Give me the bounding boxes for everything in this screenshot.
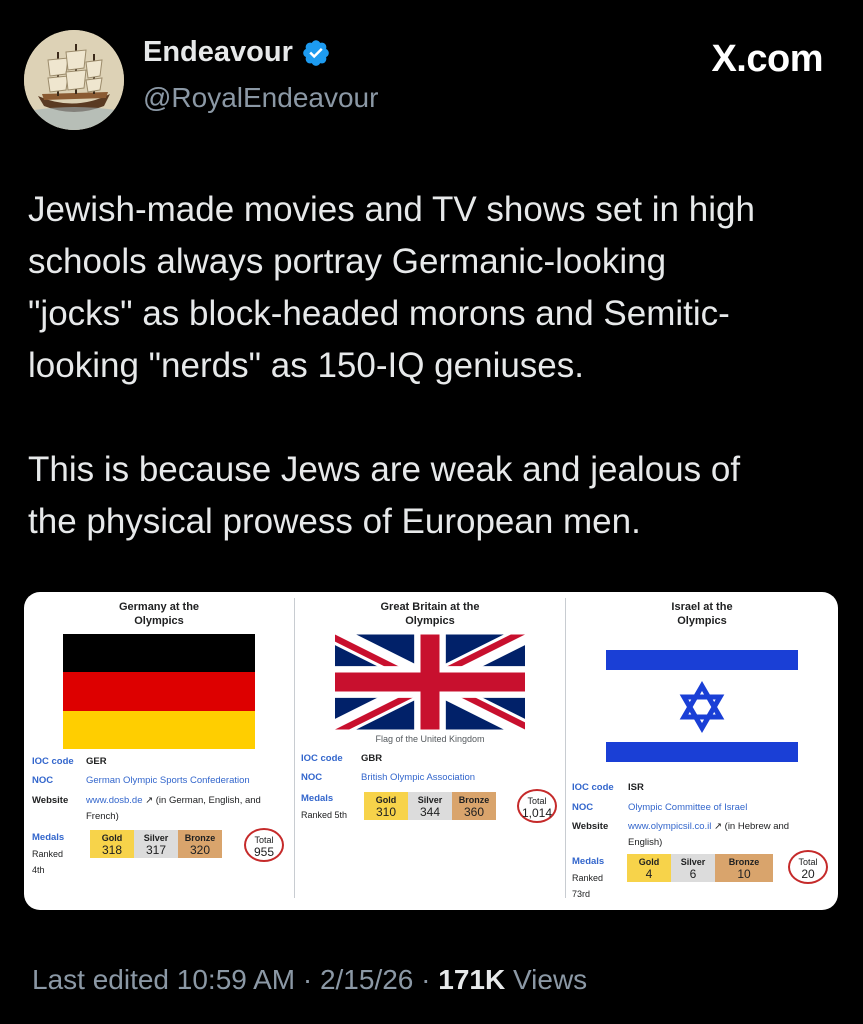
israel-silver-cell: Silver 6: [671, 854, 715, 882]
views-count: 171K: [438, 964, 506, 995]
britain-silver-value: 344: [419, 805, 441, 819]
germany-ioc-label: IOC code: [32, 756, 74, 767]
britain-ioc-label: IOC code: [301, 753, 343, 764]
germany-website-note: (in German, English, and: [155, 795, 261, 806]
tweet-meta: Last edited 10:59 AM · 2/15/26 · 171K Vi…: [32, 964, 587, 996]
israel-bronze-value: 10: [737, 867, 751, 881]
britain-medal-table: Gold 310 Silver 344 Bronze 360: [364, 792, 496, 820]
britain-total-value: 1,014: [521, 806, 553, 820]
germany-title: Germany at the Olympics: [118, 601, 200, 627]
author-name-row[interactable]: Endeavour: [143, 36, 331, 69]
uk-flag-icon: [335, 634, 525, 730]
verified-badge-icon: [303, 39, 329, 66]
germany-bronze-value: 320: [189, 843, 211, 857]
views-label: Views: [505, 964, 588, 995]
germany-website: www.dosb.de ↗ (in German, English, and: [86, 794, 261, 807]
britain-medals-label: Medals: [301, 793, 334, 804]
external-link-icon: ↗: [145, 795, 154, 806]
germany-total-value: 955: [253, 845, 275, 859]
x-com-watermark: X.com: [711, 38, 823, 80]
israel-website: www.olympicsil.co.il ↗ (in Hebrew and: [628, 820, 789, 833]
israel-bronze-cell: Bronze 10: [715, 854, 773, 882]
germany-bronze-cell: Bronze 320: [178, 830, 222, 858]
israel-noc-link[interactable]: Olympic Committee of Israel: [628, 801, 747, 814]
britain-gold-value: 310: [375, 805, 397, 819]
germany-noc-link[interactable]: German Olympic Sports Confederation: [86, 774, 250, 787]
germany-gold-cell: Gold 318: [90, 830, 134, 858]
britain-gold-cell: Gold 310: [364, 792, 408, 820]
germany-silver-value: 317: [145, 843, 167, 857]
attached-image[interactable]: Germany at the Olympics IOC code GER NOC…: [24, 592, 838, 910]
israel-medals-label: Medals: [572, 856, 605, 867]
tweet-text: Jewish-made movies and TV shows set in h…: [28, 184, 828, 548]
sailing-ship-icon: [24, 30, 124, 130]
israel-medal-table: Gold 4 Silver 6 Bronze 10: [627, 854, 773, 882]
germany-ioc-value: GER: [86, 756, 107, 767]
germany-website-label: Website: [32, 795, 69, 806]
germany-website-link[interactable]: www.dosb.de: [86, 795, 143, 806]
israel-ioc-value: ISR: [628, 782, 644, 793]
britain-ranked-label: Ranked 5th: [301, 810, 348, 820]
britain-bronze-value: 360: [463, 805, 485, 819]
germany-total-circled: Total 955: [244, 828, 284, 862]
britain-flag-caption: Flag of the United Kingdom: [375, 734, 485, 744]
israel-total-value: 20: [801, 867, 815, 881]
israel-gold-cell: Gold 4: [627, 854, 671, 882]
britain-noc-label: NOC: [301, 772, 323, 783]
britain-total-circled: Total 1,014: [517, 789, 557, 823]
germany-flag-icon: [63, 634, 255, 749]
israel-title: Israel at the Olympics: [671, 601, 733, 627]
avatar[interactable]: [24, 30, 124, 130]
israel-ranked-label: Ranked: [572, 873, 604, 883]
israel-flag-icon: [606, 644, 798, 768]
israel-gold-value: 4: [645, 867, 653, 881]
britain-title: Great Britain at the Olympics: [380, 601, 480, 627]
germany-website-note2: French): [86, 811, 119, 822]
israel-rank: 73rd: [572, 889, 591, 899]
israel-panel: Israel at the Olympics IOC code ISR NOC …: [566, 592, 838, 910]
germany-panel: Germany at the Olympics IOC code GER NOC…: [24, 592, 294, 910]
israel-total-circled: Total 20: [788, 850, 828, 884]
israel-noc-label: NOC: [572, 802, 594, 813]
external-link-icon: ↗: [714, 821, 723, 832]
germany-ranked-label: Ranked: [32, 849, 64, 859]
germany-gold-value: 318: [101, 843, 123, 857]
tweet-paragraph-2: This is because Jews are weak and jealou…: [28, 450, 741, 541]
israel-ioc-label: IOC code: [572, 782, 614, 793]
last-edited-timestamp[interactable]: Last edited 10:59 AM · 2/15/26 ·: [32, 964, 438, 995]
germany-silver-cell: Silver 317: [134, 830, 178, 858]
germany-rank: 4th: [32, 865, 45, 875]
tweet-paragraph-1: Jewish-made movies and TV shows set in h…: [28, 190, 755, 385]
britain-silver-cell: Silver 344: [408, 792, 452, 820]
germany-medals-label: Medals: [32, 832, 65, 843]
germany-noc-label: NOC: [32, 775, 54, 786]
israel-silver-value: 6: [689, 867, 697, 881]
britain-ioc-value: GBR: [361, 753, 383, 764]
author-handle[interactable]: @RoyalEndeavour: [143, 82, 378, 114]
britain-bronze-cell: Bronze 360: [452, 792, 496, 820]
britain-panel: Great Britain at the Olympics Flag of th…: [295, 592, 565, 910]
israel-website-label: Website: [572, 821, 609, 832]
author-name[interactable]: Endeavour: [143, 36, 293, 69]
germany-medal-table: Gold 318 Silver 317 Bronze 320: [90, 830, 222, 858]
israel-website-note2: English): [628, 837, 663, 848]
israel-website-link[interactable]: www.olympicsil.co.il: [628, 821, 711, 832]
israel-website-note: (in Hebrew and: [724, 821, 790, 832]
britain-noc-link[interactable]: British Olympic Association: [361, 771, 475, 784]
